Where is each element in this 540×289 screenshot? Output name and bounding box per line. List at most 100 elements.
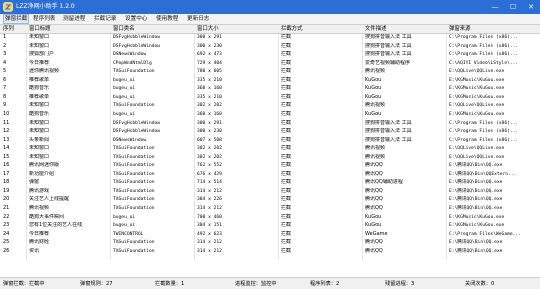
tab-changelog[interactable]: 更新日志 — [187, 15, 209, 23]
cell-index: 1 — [3, 34, 7, 40]
cell-source: E:\KGMusic\KuGou.exe — [449, 111, 505, 117]
tab-tutorial[interactable]: 使用教程 — [156, 15, 178, 23]
app-title: LZZ净网小助手 1.2.0 — [16, 3, 75, 10]
table-row[interactable]: 18 弹窗 TXGuiFoundation 714 x 514 拦截 腾讯QQ辅助进程 E:… — [0, 179, 540, 186]
cell-source: E:\KGMusic\KuGou.exe — [449, 214, 505, 220]
cell-size: 607 x 508 — [197, 137, 222, 143]
cell-size: 692 x 473 — [197, 52, 222, 58]
cell-size: 360 x 160 — [197, 86, 222, 92]
cell-class: DSFvgHsbbleWindow — [113, 120, 161, 126]
maximize-button[interactable]: ☐ — [504, 0, 522, 14]
cell-desc: 搜狗拼音输入法 工具 — [365, 42, 412, 49]
tab-settings[interactable]: 设置中心 — [125, 15, 147, 23]
cell-size: 302 x 202 — [197, 146, 222, 152]
col-method[interactable]: 拦截方式 — [281, 26, 303, 33]
cell-index: 11 — [3, 119, 10, 126]
table-row[interactable]: 20 关注艺人上线提醒 TXGuiFoundation 304 x 226 拦截 腾讯QQ… — [0, 196, 540, 203]
table-row[interactable]: 12 未知窗口 DSFvgHsbbleWindow 300 x 230 拦截 搜狗拼音输入… — [0, 128, 540, 135]
cell-size: 676 x 429 — [197, 171, 222, 177]
cell-title: 新功能介绍 — [29, 170, 55, 177]
cell-method: 拦截 — [281, 162, 292, 169]
cell-size: 300 x 230 — [197, 43, 222, 49]
cell-title: 未知窗口 — [29, 102, 50, 109]
table-row[interactable]: 21 腾讯视频 TXGuiFoundation 314 x 212 拦截 腾讯QQ E:\腾… — [0, 205, 540, 212]
cell-source: E:\腾讯QQ\Bin\QQ.exe — [449, 240, 503, 246]
table-row[interactable]: 16 腾讯网迷你版 TXGuiFoundation 762 x 552 拦截 腾讯QQ E:… — [0, 162, 540, 169]
minimize-button[interactable]: — — [486, 0, 504, 14]
table-row[interactable]: 11 未知窗口 DSFvgHsbbleWindow 300 x 291 拦截 搜狗拼音输入… — [0, 120, 540, 127]
cell-source: E:\腾讯QQ\Bin\QQ.exe — [449, 206, 503, 211]
table-row[interactable]: 22 酷狗大事件瞬间 bugeu_ui 700 x 460 拦截 KuGou E:\KGMu… — [0, 214, 540, 221]
table-row[interactable]: 4 今日推荐 CPopWndNtmlDlg 729 x 404 拦截 爱奇艺视频辅助程序 C… — [0, 60, 540, 67]
cell-size: 780 x 605 — [197, 69, 222, 75]
table-row[interactable]: 7 酷狗音乐 bugeu_ui 360 x 160 拦截 KuGou E:\KGMusic\… — [0, 85, 540, 92]
table-row[interactable]: 10 酷狗音乐 bugeu_ui 360 x 160 拦截 KuGou E:\KGMusic… — [0, 111, 540, 118]
cell-desc: 搜狗拼音输入法 工具 — [365, 51, 412, 58]
cell-size: 762 x 552 — [197, 163, 222, 169]
cell-class: bugeu_ui — [113, 214, 136, 220]
col-size[interactable]: 窗口大小 — [197, 26, 219, 33]
table-row[interactable]: 2 未知窗口 DSFvgHsbbleWindow 300 x 230 拦截 搜狗拼音输入法… — [0, 43, 540, 50]
cell-title: 酷狗音乐 — [29, 85, 50, 92]
tab-popup-intercept[interactable]: 弹窗拦截 — [3, 14, 30, 24]
status-closed: 关闭次数：0 — [465, 281, 495, 287]
cell-index: 12 — [3, 128, 10, 135]
cell-index: 21 — [3, 205, 10, 211]
table-row[interactable]: 26 资讯 TXGuiFoundation 314 x 212 拦截 腾讯QQ E:\腾讯Q… — [0, 248, 540, 255]
table-row[interactable]: 17 新功能介绍 TXGuiFoundation 676 x 429 拦截 腾讯QQ E:\… — [0, 171, 540, 178]
cell-method: 拦截 — [281, 153, 292, 160]
table-row[interactable]: 25 腾讯财经 TXGuiFoundation 314 x 212 拦截 腾讯QQ E:\腾… — [0, 239, 540, 246]
col-class[interactable]: 窗口类名 — [113, 26, 135, 33]
table-row[interactable]: 15 未知窗口 TXGuiFoundation 302 x 202 拦截 腾讯视频 E:\Q… — [0, 154, 540, 161]
table-row[interactable]: 19 腾讯游戏 TXGuiFoundation 314 x 212 拦截 腾讯QQ E:\腾… — [0, 188, 540, 195]
cell-title: 今日推荐 — [29, 59, 50, 66]
table-row[interactable]: 1 未知窗口 DSFvgHsbbleWindow 300 x 291 拦截 搜狗拼音输入法… — [0, 34, 540, 41]
tab-intercept-log[interactable]: 拦截记录 — [94, 15, 116, 23]
cell-source: E:\腾讯QQ\Bin\QQ.exe — [449, 188, 503, 194]
table-row[interactable]: 24 今日推荐 TWINCONTROL 492 x 623 拦截 WeGame C:\Pro… — [0, 231, 540, 238]
status-rules: 弹窗规则：27 — [80, 281, 113, 287]
cell-class: TXGuiFoundation — [113, 163, 155, 169]
col-title[interactable]: 窗口标题 — [29, 26, 51, 33]
table-row[interactable]: 14 未知窗口 TXGuiFoundation 302 x 202 拦截 腾讯视频 E:\Q… — [0, 145, 540, 152]
cell-class: TXGuiFoundation — [113, 69, 155, 75]
cell-title: 推荐歌单 — [29, 76, 50, 83]
cell-class: TXGuiFoundation — [113, 154, 155, 160]
table-row[interactable]: 13 头条新闻 DSNewsWindow 607 x 508 拦截 搜狗拼音输入法 工具 C… — [0, 137, 540, 144]
cell-method: 拦截 — [281, 170, 292, 177]
cell-desc: KuGou — [365, 222, 382, 229]
table-row[interactable]: 8 推荐歌单 bugeu_ui 335 x 210 拦截 KuGou E:\KGMusic\… — [0, 94, 540, 101]
cell-source: C:\Program Files\WeGame... — [449, 231, 521, 237]
cell-method: 拦截 — [281, 145, 292, 152]
cell-index: 8 — [3, 93, 7, 100]
app-logo-icon — [3, 2, 13, 12]
cell-desc: KuGou — [365, 85, 382, 92]
title-bar: LZZ净网小助手 1.2.0 — ☐ ✕ — [0, 0, 540, 14]
cell-method: 拦截 — [281, 42, 292, 49]
cell-size: 314 x 212 — [197, 248, 222, 254]
col-desc[interactable]: 文件描述 — [365, 26, 387, 33]
cell-class: TXGuiFoundation — [113, 103, 155, 109]
table-row[interactable]: 23 您有1位关注的艺人在线 bugeu_ui 304 x 151 拦截 KuGou E:\… — [0, 222, 540, 229]
tab-residual-process[interactable]: 测留进程 — [63, 15, 85, 23]
col-source[interactable]: 弹窗来源 — [449, 26, 471, 33]
status-intercept: 弹窗拦截：拦截中 — [3, 281, 45, 287]
cell-size: 700 x 460 — [197, 214, 222, 220]
status-residual: 残留进程：3 — [385, 281, 415, 287]
table-row[interactable]: 6 推荐歌单 bugeu_ui 335 x 210 拦截 KuGou E:\KGMusic\… — [0, 77, 540, 84]
cell-method: 拦截 — [281, 187, 292, 194]
cell-method: 拦截 — [281, 119, 292, 126]
table-row[interactable]: 9 未知窗口 TXGuiFoundation 302 x 202 拦截 腾讯视频 E:\QQ… — [0, 102, 540, 109]
col-index[interactable]: 序列 — [3, 26, 14, 33]
table-row[interactable]: 3 搜狐部门户 DSNewsWindow 692 x 473 拦截 搜狗拼音输入法 工具 C… — [0, 51, 540, 58]
cell-title: 未知窗口 — [29, 34, 50, 40]
cell-index: 3 — [3, 51, 7, 58]
cell-method: 拦截 — [281, 196, 292, 203]
cell-desc: 搜狗拼音输入法 工具 — [365, 34, 412, 40]
tab-program-list[interactable]: 程序列表 — [33, 15, 55, 23]
cell-source: E:\QQLive\QQLive.exe — [449, 154, 505, 160]
cell-method: 拦截 — [281, 34, 292, 40]
table-row[interactable]: 5 迷你腾讯视频 TXGuiFoundation 780 x 605 拦截 腾讯视频 E:\… — [0, 68, 540, 75]
close-button[interactable]: ✕ — [522, 0, 540, 14]
cell-class: bugeu_ui — [113, 223, 136, 229]
